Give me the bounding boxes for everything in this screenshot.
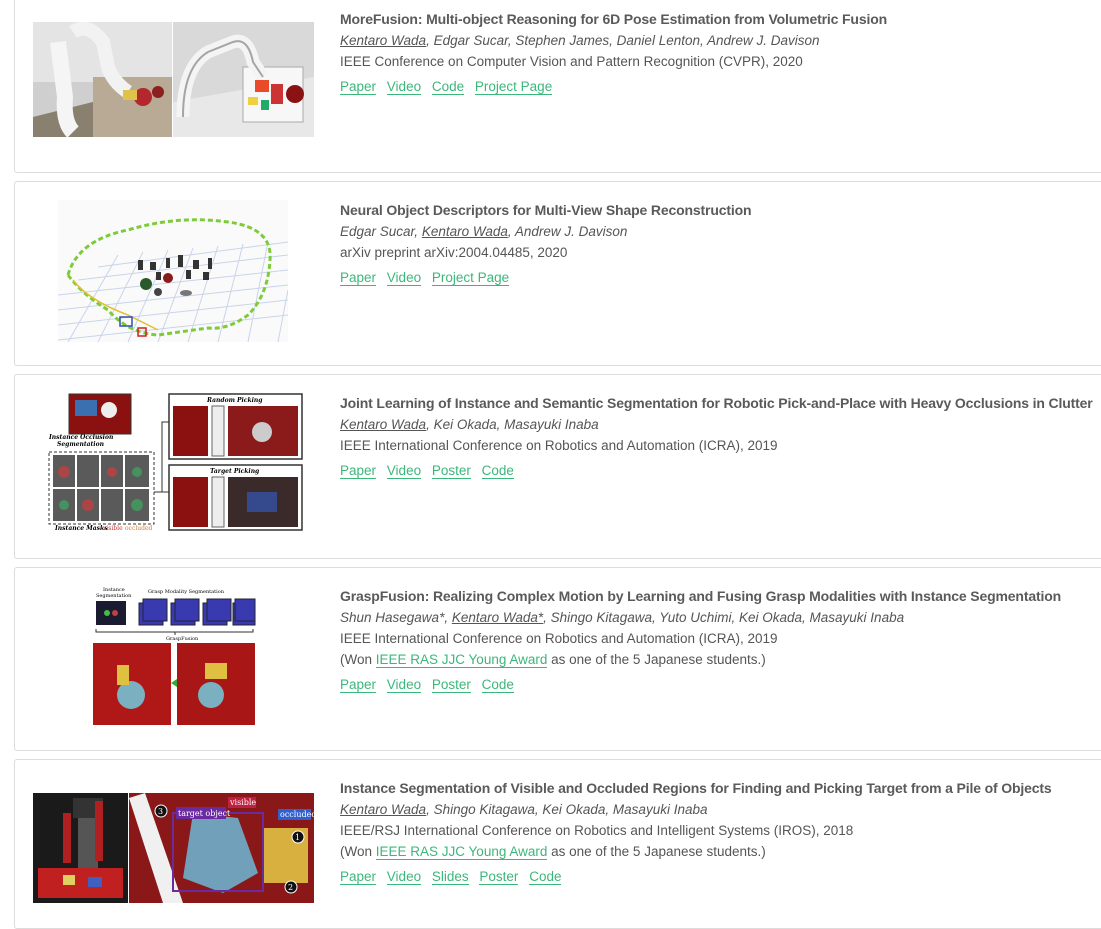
paper-card: target object visible occluded 3 1 2 Ins… — [14, 759, 1101, 929]
paper-link[interactable]: Paper — [340, 79, 377, 95]
paper-thumbnail[interactable]: Instance Occlusion Segmentation Instance… — [47, 392, 304, 532]
paper-card: MoreFusion: Multi-object Reasoning for 6… — [14, 0, 1101, 173]
figure-label: Segmentation — [57, 441, 104, 448]
paper-card: Instance Segmentation Grasp Modality Seg… — [14, 567, 1101, 751]
figure-label: occluded — [125, 525, 153, 532]
author-list: , Edgar Sucar, Stephen James, Daniel Len… — [426, 33, 820, 48]
slides-link[interactable]: Slides — [431, 869, 469, 885]
paper-authors: Kentaro Wada, Kei Okada, Masayuki Inaba — [340, 414, 1093, 435]
figure-label: 2 — [288, 883, 293, 892]
award-note: (Won IEEE RAS JJC Young Award as one of … — [340, 649, 1061, 670]
paper-authors: Kentaro Wada, Shingo Kitagawa, Kei Okada… — [340, 799, 1052, 820]
paper-authors: Edgar Sucar, Kentaro Wada, Andrew J. Dav… — [340, 221, 751, 242]
paper-title: Neural Object Descriptors for Multi-View… — [340, 202, 752, 218]
paper-links: Paper Video Project Page — [340, 270, 751, 286]
figure-label: Grasp Modality Segmentation — [148, 589, 225, 595]
figure-label: Instance Masks — [54, 525, 108, 532]
figure-label: target object — [178, 809, 231, 818]
paper-title: GraspFusion: Realizing Complex Motion by… — [340, 588, 1062, 604]
paper-venue: IEEE International Conference on Robotic… — [340, 631, 778, 646]
author-self: Kentaro Wada — [421, 224, 508, 239]
video-link[interactable]: Video — [386, 79, 422, 95]
project-page-link[interactable]: Project Page — [431, 270, 510, 286]
author-list: , Shingo Kitagawa, Kei Okada, Masayuki I… — [426, 802, 708, 817]
author-self: Kentaro Wada — [340, 417, 427, 432]
author-list: Shun Hasegawa*, — [340, 610, 452, 625]
paper-links: Paper Video Poster Code — [340, 463, 1093, 479]
figure-label: Segmentation — [96, 593, 132, 599]
author-list: , Andrew J. Davison — [507, 224, 628, 239]
video-link[interactable]: Video — [386, 869, 422, 885]
figure-label: Random Picking — [206, 397, 262, 404]
paper-card: Neural Object Descriptors for Multi-View… — [14, 181, 1101, 366]
figure-label: Target Picking — [210, 468, 259, 475]
award-note: (Won IEEE RAS JJC Young Award as one of … — [340, 841, 1052, 862]
project-page-link[interactable]: Project Page — [474, 79, 553, 95]
paper-link[interactable]: Paper — [340, 463, 377, 479]
paper-links: Paper Video Slides Poster Code — [340, 869, 1052, 885]
code-link[interactable]: Code — [481, 463, 514, 479]
video-link[interactable]: Video — [386, 463, 422, 479]
paper-title: MoreFusion: Multi-object Reasoning for 6… — [340, 11, 888, 27]
award-note-text: (Won — [340, 844, 376, 859]
paper-links: Paper Video Poster Code — [340, 677, 1061, 693]
award-note-text: as one of the 5 Japanese students.) — [547, 652, 766, 667]
paper-links: Paper Video Code Project Page — [340, 79, 887, 95]
award-note-text: as one of the 5 Japanese students.) — [547, 844, 766, 859]
paper-venue: IEEE/RSJ International Conference on Rob… — [340, 823, 854, 838]
award-link[interactable]: IEEE RAS JJC Young Award — [375, 652, 548, 668]
code-link[interactable]: Code — [529, 869, 562, 885]
author-self: Kentaro Wada — [340, 33, 427, 48]
paper-venue: IEEE International Conference on Robotic… — [340, 438, 778, 453]
video-link[interactable]: Video — [386, 677, 422, 693]
figure-label: visible — [102, 525, 123, 532]
figure-label: GraspFusion — [166, 636, 199, 642]
code-link[interactable]: Code — [481, 677, 514, 693]
award-note-text: (Won — [340, 652, 376, 667]
figure-label: 3 — [158, 807, 163, 816]
video-link[interactable]: Video — [386, 270, 422, 286]
figure-label: Instance Occlusion — [48, 434, 113, 441]
paper-venue: arXiv preprint arXiv:2004.04485, 2020 — [340, 245, 568, 260]
figure-label: occluded — [280, 810, 314, 819]
award-link[interactable]: IEEE RAS JJC Young Award — [375, 844, 548, 860]
figure-label: 1 — [295, 833, 300, 842]
paper-authors: Kentaro Wada, Edgar Sucar, Stephen James… — [340, 30, 887, 51]
author-list: Edgar Sucar, — [340, 224, 422, 239]
code-link[interactable]: Code — [431, 79, 465, 95]
paper-thumbnail[interactable]: Instance Segmentation Grasp Modality Seg… — [93, 585, 257, 726]
paper-link[interactable]: Paper — [340, 270, 377, 286]
author-list: , Kei Okada, Masayuki Inaba — [426, 417, 599, 432]
paper-thumbnail[interactable] — [33, 22, 314, 137]
paper-title: Joint Learning of Instance and Semantic … — [340, 395, 1093, 411]
paper-card: Instance Occlusion Segmentation Instance… — [14, 374, 1101, 559]
paper-thumbnail[interactable]: target object visible occluded 3 1 2 — [33, 793, 314, 903]
author-self: Kentaro Wada — [340, 802, 427, 817]
paper-venue: IEEE Conference on Computer Vision and P… — [340, 54, 803, 69]
author-self: Kentaro Wada* — [451, 610, 544, 625]
paper-link[interactable]: Paper — [340, 677, 377, 693]
paper-title: Instance Segmentation of Visible and Occ… — [340, 780, 1052, 796]
paper-authors: Shun Hasegawa*, Kentaro Wada*, Shingo Ki… — [340, 607, 1061, 628]
author-list: , Shingo Kitagawa, Yuto Uchimi, Kei Okad… — [543, 610, 905, 625]
poster-link[interactable]: Poster — [431, 463, 471, 479]
paper-thumbnail[interactable] — [58, 200, 288, 342]
figure-label: visible — [229, 798, 256, 807]
paper-link[interactable]: Paper — [340, 869, 377, 885]
poster-link[interactable]: Poster — [479, 869, 519, 885]
poster-link[interactable]: Poster — [431, 677, 471, 693]
